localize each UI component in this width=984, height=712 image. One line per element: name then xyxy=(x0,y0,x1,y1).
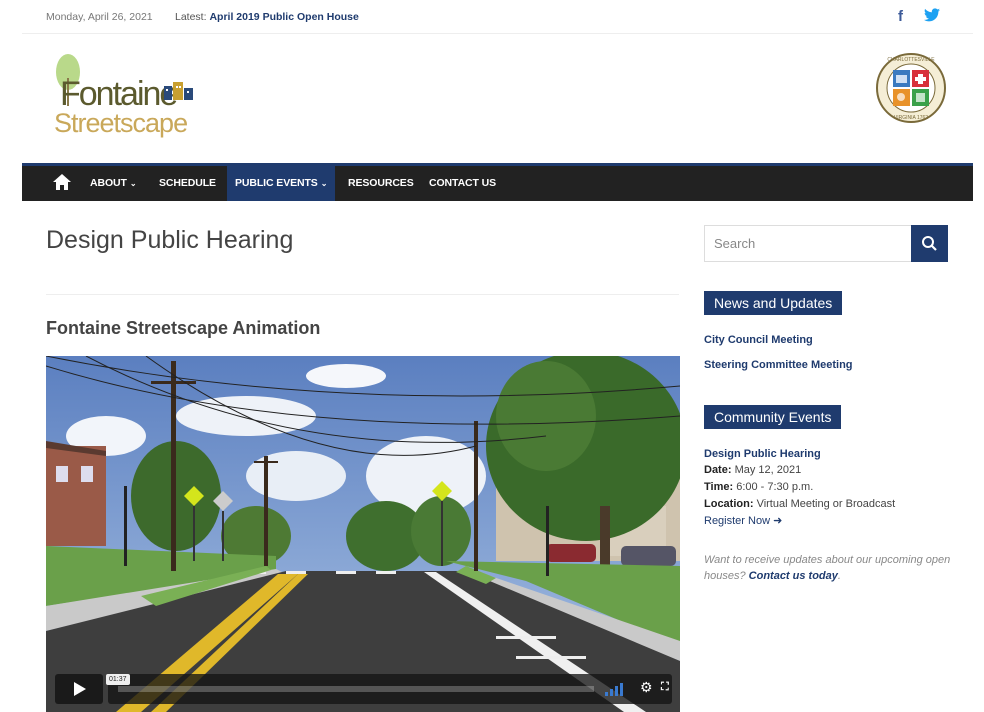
event-location: Location: Virtual Meeting or Broadcast xyxy=(704,498,896,510)
progress-bar[interactable] xyxy=(118,686,594,692)
events-widget-title: Community Events xyxy=(704,405,842,429)
news-link-steering-committee[interactable]: Steering Committee Meeting xyxy=(704,359,853,371)
twitter-icon[interactable] xyxy=(924,8,940,26)
event-title-link[interactable]: Design Public Hearing xyxy=(704,448,821,460)
latest-label: Latest: xyxy=(175,11,207,23)
seal-text-bottom: VIRGINIA 1762 xyxy=(894,115,928,121)
section-title: Fontaine Streetscape Animation xyxy=(46,318,321,338)
page-title: Design Public Hearing xyxy=(46,226,294,254)
video-frame xyxy=(46,356,680,712)
contact-us-link[interactable]: Contact us today xyxy=(749,570,838,582)
search-button[interactable] xyxy=(911,225,948,262)
nav-item-resources[interactable]: RESOURCES xyxy=(340,166,422,201)
city-seal: CHARLOTTESVILLE VIRGINIA 1762 xyxy=(875,52,947,124)
register-now-link[interactable]: Register Now ➜ xyxy=(704,514,782,527)
play-button[interactable] xyxy=(55,674,103,704)
search-input[interactable] xyxy=(704,225,912,262)
news-link-city-council[interactable]: City Council Meeting xyxy=(704,334,813,346)
chevron-down-icon: ⌄ xyxy=(129,179,137,188)
newsletter-promo: Want to receive updates about our upcomi… xyxy=(704,554,951,582)
main-navigation: ABOUT ⌄ SCHEDULE PUBLIC EVENTS ⌄ RESOURCES… xyxy=(22,163,973,201)
news-widget-title: News and Updates xyxy=(704,291,843,315)
fullscreen-icon[interactable]: ⛶ xyxy=(661,681,669,694)
search-icon xyxy=(922,236,937,251)
event-date: Date: May 12, 2021 xyxy=(704,464,802,476)
latest-news-link[interactable]: April 2019 Public Open House xyxy=(209,11,358,23)
nav-item-contact-us[interactable]: CONTACT US xyxy=(421,166,504,201)
video-player[interactable]: ⚙ ⛶ 01:37 xyxy=(46,356,680,712)
facebook-icon[interactable]: f xyxy=(898,8,903,25)
seal-text-top: CHARLOTTESVILLE xyxy=(887,57,935,63)
home-icon[interactable] xyxy=(52,172,72,192)
video-controls: ⚙ ⛶ xyxy=(108,674,672,704)
nav-item-about[interactable]: ABOUT ⌄ xyxy=(82,166,144,201)
logo-wordmark-2: Streetscape xyxy=(54,108,187,138)
current-date: Monday, April 26, 2021 xyxy=(46,11,153,23)
chevron-down-icon: ⌄ xyxy=(320,179,328,188)
site-logo[interactable]: Fontaine Streetscape xyxy=(52,50,202,140)
video-timestamp: 01:37 xyxy=(106,674,130,685)
latest-news: Latest: April 2019 Public Open House xyxy=(175,11,359,23)
nav-item-public-events[interactable]: PUBLIC EVENTS ⌄ xyxy=(227,166,336,201)
volume-icon[interactable] xyxy=(605,682,623,696)
top-bar: Monday, April 26, 2021 Latest: April 201… xyxy=(22,0,973,34)
page: Monday, April 26, 2021 Latest: April 201… xyxy=(22,0,973,712)
settings-icon[interactable]: ⚙ xyxy=(640,679,653,696)
divider xyxy=(46,294,679,295)
event-time: Time: 6:00 - 7:30 p.m. xyxy=(704,481,814,493)
nav-item-schedule[interactable]: SCHEDULE xyxy=(151,166,224,201)
